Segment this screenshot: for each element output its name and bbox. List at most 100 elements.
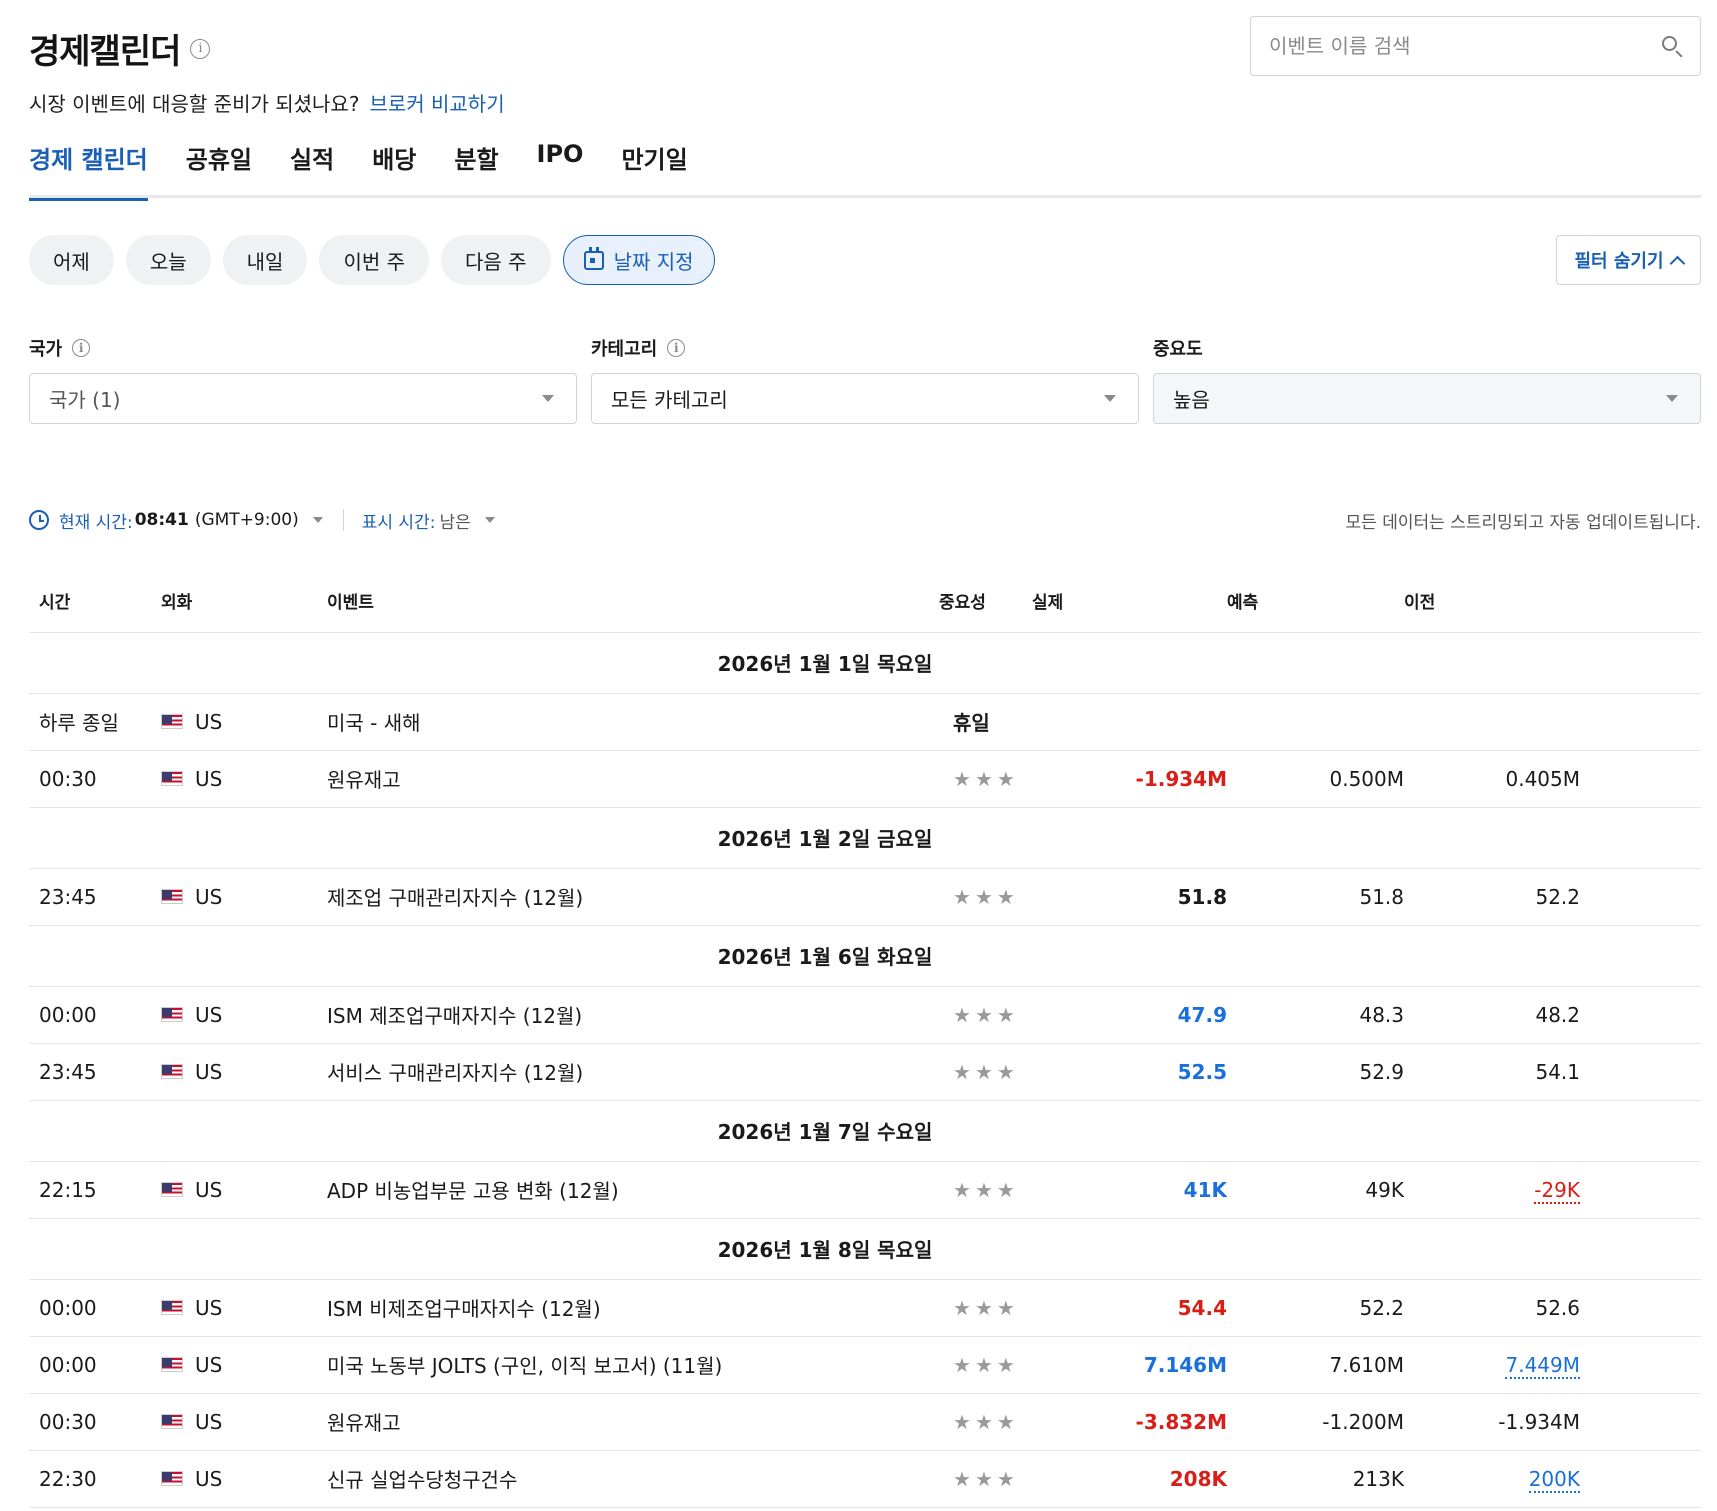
previous-value: 48.2 xyxy=(1535,1002,1580,1027)
event-name[interactable]: 원유재고 xyxy=(327,750,877,808)
info-icon[interactable]: i xyxy=(190,38,211,59)
event-name[interactable]: ADP 비농업부문 고용 변화 (12월) xyxy=(327,1161,877,1219)
col-time[interactable]: 시간 xyxy=(29,570,161,633)
star-icon: ★ xyxy=(953,1059,971,1084)
actual-cell: 51.8 xyxy=(1032,868,1227,926)
category-filter-label: 카테고리 i xyxy=(591,336,1139,360)
previous-value[interactable]: 200K xyxy=(1528,1466,1580,1493)
currency-code: US xyxy=(195,1466,223,1491)
date-pill-3[interactable]: 이번 주 xyxy=(319,235,429,285)
forecast-cell: 0.500M xyxy=(1227,750,1404,808)
search-input[interactable] xyxy=(1269,34,1660,58)
currency-wrap: US xyxy=(161,885,327,909)
table-row[interactable]: 00:00 US ISM 비제조업구매자지수 (12월) ★ ★ ★ 54.4 52.2 52.… xyxy=(29,1279,1701,1337)
timezone-caret-icon[interactable] xyxy=(312,517,323,523)
display-time-caret-icon[interactable] xyxy=(484,517,495,523)
table-row[interactable]: 00:30 US 원유재고 ★ ★ ★ -1.934M 0.500M 0.405M xyxy=(29,750,1701,808)
hide-filters-button[interactable]: 필터 숨기기 xyxy=(1556,235,1701,285)
table-row[interactable]: 00:30 US 원유재고 ★ ★ ★ -3.832M -1.200M -1.934M xyxy=(29,1393,1701,1451)
info-icon[interactable]: i xyxy=(72,339,91,357)
star-icon: ★ xyxy=(974,1059,993,1084)
flag-canton xyxy=(162,1301,172,1310)
row-spacer xyxy=(1580,1336,1701,1394)
table-row[interactable]: 23:45 US 제조업 구매관리자지수 (12월) ★ ★ ★ 51.8 51.8 52.2 xyxy=(29,868,1701,926)
event-name[interactable]: 제조업 구매관리자지수 (12월) xyxy=(327,868,877,926)
date-pill-1[interactable]: 오늘 xyxy=(125,235,211,285)
tab-5[interactable]: IPO xyxy=(537,134,584,198)
subtitle: 시장 이벤트에 대응할 준비가 되셨나요? 브로커 비교하기 xyxy=(29,88,505,117)
previous-value[interactable]: 7.449M xyxy=(1505,1352,1580,1379)
date-pill-0[interactable]: 어제 xyxy=(29,235,114,285)
display-time-value[interactable]: 남은 xyxy=(439,508,470,533)
table-row[interactable]: 00:00 US 미국 노동부 JOLTS (구인, 이직 보고서) (11월) ★ ★… xyxy=(29,1336,1701,1394)
event-time: 00:00 xyxy=(29,986,161,1044)
custom-date-label: 날짜 지정 xyxy=(613,249,694,274)
category-label-text: 카테고리 xyxy=(591,339,658,360)
importance-stars: ★ ★ ★ xyxy=(953,1062,1015,1082)
tab-4[interactable]: 분할 xyxy=(454,134,498,198)
category-select[interactable]: 모든 카테고리 xyxy=(591,373,1139,424)
timezone-offset[interactable]: (GMT+9:00) xyxy=(195,510,299,530)
current-time-label: 현재 시간: xyxy=(59,512,133,533)
custom-date-button[interactable]: 날짜 지정 xyxy=(562,235,715,285)
col-event[interactable]: 이벤트 xyxy=(327,570,877,633)
tab-3[interactable]: 배당 xyxy=(372,134,416,198)
table-header-row: 시간 외화 이벤트 중요성 실제 예측 이전 xyxy=(29,570,1701,633)
col-currency[interactable]: 외화 xyxy=(161,570,327,633)
event-name[interactable]: ISM 제조업구매자지수 (12월) xyxy=(327,986,877,1044)
event-currency-cell: US xyxy=(161,1161,327,1219)
forecast-cell: 48.3 xyxy=(1227,986,1404,1044)
col-importance[interactable]: 중요성 xyxy=(877,570,1032,633)
previous-value[interactable]: -29K xyxy=(1534,1177,1580,1204)
star-icon: ★ xyxy=(953,1352,971,1377)
subtitle-text: 시장 이벤트에 대응할 준비가 되셨나요? xyxy=(29,92,360,116)
date-heading: 2026년 1월 1일 목요일 xyxy=(29,632,1701,694)
event-time: 00:30 xyxy=(29,1393,161,1451)
tab-1[interactable]: 공휴일 xyxy=(186,134,252,198)
event-currency-cell: US xyxy=(161,693,327,751)
event-name[interactable]: 미국 - 새해 xyxy=(327,693,877,751)
currency-wrap: US xyxy=(161,1003,327,1027)
col-forecast[interactable]: 예측 xyxy=(1227,570,1404,633)
event-time: 00:00 xyxy=(29,1279,161,1337)
importance-select[interactable]: 높음 xyxy=(1153,373,1701,424)
flag-canton xyxy=(162,1358,172,1367)
country-select[interactable]: 국가 (1) xyxy=(29,373,577,424)
tab-0[interactable]: 경제 캘린더 xyxy=(29,134,148,201)
col-actual[interactable]: 실제 xyxy=(1032,570,1227,633)
search-icon[interactable] xyxy=(1660,34,1684,58)
table-row[interactable]: 22:15 US ADP 비농업부문 고용 변화 (12월) ★ ★ ★ 41K 49K -29… xyxy=(29,1161,1701,1219)
forecast-value: 48.3 xyxy=(1359,1002,1404,1027)
date-range-pills: 어제 오늘 내일 이번 주 다음 주 날짜 지정 xyxy=(29,235,715,285)
importance-cell: ★ ★ ★ xyxy=(877,1279,1032,1337)
search-box[interactable] xyxy=(1250,16,1701,76)
col-previous[interactable]: 이전 xyxy=(1404,570,1580,633)
previous-cell: 48.2 xyxy=(1404,986,1580,1044)
caret-down-icon xyxy=(1104,395,1116,402)
event-name[interactable]: 미국 노동부 JOLTS (구인, 이직 보고서) (11월) xyxy=(327,1336,877,1394)
actual-cell: -1.934M xyxy=(1032,750,1227,808)
event-name[interactable]: 신규 실업수당청구건수 xyxy=(327,1450,877,1508)
importance-stars: ★ ★ ★ xyxy=(953,1355,1015,1375)
us-flag-icon xyxy=(161,1007,183,1022)
calendar-icon xyxy=(583,246,604,270)
tab-2[interactable]: 실적 xyxy=(290,134,334,198)
importance-filter: 중요도 높음 xyxy=(1153,336,1701,424)
date-pill-4[interactable]: 다음 주 xyxy=(441,235,551,285)
event-name[interactable]: ISM 비제조업구매자지수 (12월) xyxy=(327,1279,877,1337)
event-name[interactable]: 원유재고 xyxy=(327,1393,877,1451)
info-icon[interactable]: i xyxy=(667,339,686,357)
compare-brokers-link[interactable]: 브로커 비교하기 xyxy=(369,92,504,116)
us-flag-icon xyxy=(161,771,183,786)
forecast-value: 0.500M xyxy=(1329,766,1404,791)
row-spacer xyxy=(1580,693,1701,751)
table-row[interactable]: 00:00 US ISM 제조업구매자지수 (12월) ★ ★ ★ 47.9 48.3 48.2 xyxy=(29,986,1701,1044)
table-row[interactable]: 하루 종일 US 미국 - 새해 휴일 xyxy=(29,693,1701,751)
table-row[interactable]: 23:45 US 서비스 구매관리자지수 (12월) ★ ★ ★ 52.5 52.9 54.1 xyxy=(29,1043,1701,1101)
tab-6[interactable]: 만기일 xyxy=(621,134,687,198)
event-name[interactable]: 서비스 구매관리자지수 (12월) xyxy=(327,1043,877,1101)
star-icon: ★ xyxy=(974,1002,993,1027)
date-pill-2[interactable]: 내일 xyxy=(222,235,308,285)
current-time-value: 08:41 xyxy=(134,510,189,530)
table-row[interactable]: 22:30 US 신규 실업수당청구건수 ★ ★ ★ 208K 213K 200K xyxy=(29,1450,1701,1508)
